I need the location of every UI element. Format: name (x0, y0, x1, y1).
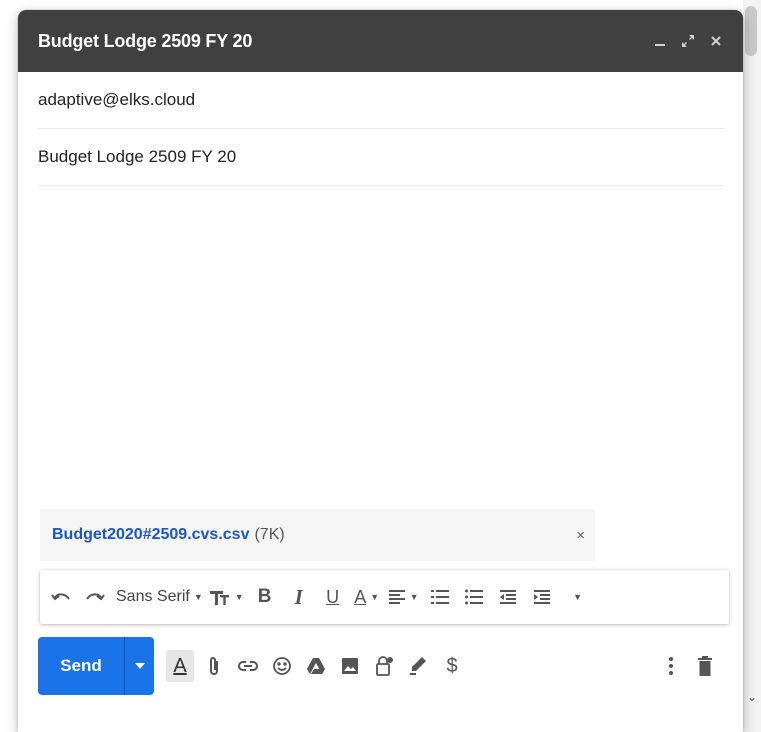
more-formatting-chevron-icon[interactable]: ▼ (563, 581, 589, 613)
undo-icon[interactable] (48, 581, 74, 613)
chevron-down-icon: ▼ (234, 592, 244, 602)
attachment-name[interactable]: Budget2020#2509.cvs.csv (52, 526, 249, 544)
insert-money-button[interactable]: $ (438, 650, 466, 682)
bold-button[interactable]: B (252, 581, 278, 613)
discard-draft-icon[interactable] (691, 650, 719, 682)
attach-file-icon[interactable] (200, 650, 228, 682)
align-select[interactable]: ▼ (388, 581, 419, 613)
insert-photo-icon[interactable] (336, 650, 364, 682)
indent-less-icon[interactable] (495, 581, 521, 613)
formatting-options-button[interactable]: A (166, 650, 194, 682)
font-family-select[interactable]: Sans Serif ▼ (116, 581, 203, 613)
minimize-icon[interactable] (651, 32, 669, 50)
compose-titlebar[interactable]: Budget Lodge 2509 FY 20 (18, 10, 743, 72)
underline-button[interactable]: U (320, 581, 346, 613)
send-options-button[interactable] (124, 637, 154, 695)
scroll-down-icon[interactable]: ⌄ (745, 690, 759, 704)
formatting-toolbar: Sans Serif ▼ ▼ B I U A ▼ ▼ ▼ (40, 570, 729, 624)
chevron-down-icon (134, 663, 145, 669)
to-field[interactable]: adaptive@elks.cloud (38, 72, 723, 129)
compose-bottom-bar: Send A $ (18, 635, 743, 697)
text-color-select[interactable]: A ▼ (354, 581, 380, 613)
insert-link-icon[interactable] (234, 650, 262, 682)
numbered-list-icon[interactable] (427, 581, 453, 613)
text-color-label: A (354, 586, 367, 607)
page-scrollbar[interactable]: ⌄ (743, 0, 761, 732)
bulleted-list-icon[interactable] (461, 581, 487, 613)
chevron-down-icon: ▼ (409, 592, 419, 602)
chevron-down-icon: ▼ (370, 592, 380, 602)
more-options-icon[interactable] (657, 650, 685, 682)
attachment-chip[interactable]: Budget2020#2509.cvs.csv (7K) × (40, 509, 595, 561)
recipient-address: adaptive@elks.cloud (38, 90, 196, 109)
insert-signature-icon[interactable] (404, 650, 432, 682)
chevron-down-icon: ▼ (193, 592, 203, 602)
send-button[interactable]: Send (38, 637, 124, 695)
attachment-size: (7K) (254, 526, 285, 543)
subject-text: Budget Lodge 2509 FY 20 (38, 147, 237, 166)
redo-icon[interactable] (82, 581, 108, 613)
message-body[interactable] (18, 186, 743, 509)
font-family-label: Sans Serif (116, 588, 190, 605)
subject-field[interactable]: Budget Lodge 2509 FY 20 (38, 129, 723, 186)
remove-attachment-icon[interactable]: × (576, 527, 585, 544)
google-drive-icon[interactable] (302, 650, 330, 682)
close-icon[interactable] (707, 32, 725, 50)
chevron-down-icon: ▼ (573, 592, 583, 602)
indent-more-icon[interactable] (529, 581, 555, 613)
scrollbar-thumb[interactable] (745, 6, 757, 56)
expand-icon[interactable] (679, 32, 697, 50)
compose-title: Budget Lodge 2509 FY 20 (38, 30, 253, 51)
font-size-select[interactable]: ▼ (209, 581, 244, 613)
confidential-mode-icon[interactable] (370, 650, 398, 682)
compose-window: Budget Lodge 2509 FY 20 adaptive@elks.cl… (18, 10, 743, 732)
send-button-group: Send (38, 637, 154, 695)
insert-emoji-icon[interactable] (268, 650, 296, 682)
italic-button[interactable]: I (286, 581, 312, 613)
